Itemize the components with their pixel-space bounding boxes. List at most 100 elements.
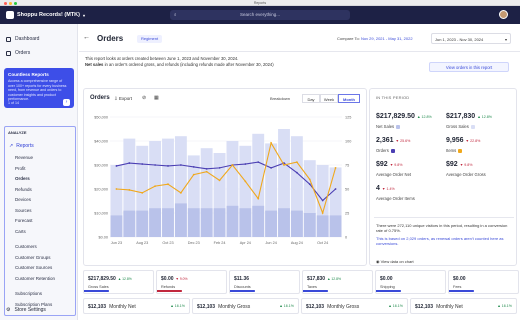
metric-value: $0.00 bbox=[453, 276, 466, 282]
layout-icon[interactable]: ▦ bbox=[154, 95, 159, 101]
bar bbox=[303, 213, 316, 237]
x-tick-label: Dec 23 bbox=[188, 241, 200, 245]
segment-badge[interactable]: Regiment bbox=[137, 35, 163, 43]
sidebar-subitem[interactable]: Devices bbox=[15, 197, 31, 202]
search-placeholder: Search everything... bbox=[239, 12, 281, 17]
metric-card[interactable]: $17,830 ▲ 12.8% Taxes bbox=[302, 270, 373, 294]
sidebar-subitem[interactable]: Refunds bbox=[15, 187, 32, 192]
metric-delta-value: 12.8% bbox=[122, 277, 132, 281]
global-search-input[interactable]: ⌕ Search everything... bbox=[170, 10, 350, 20]
promo-card: Countless Reports Access a comprehensive… bbox=[4, 68, 74, 108]
page-header: ← Orders Regiment Compare To: Nov 29, 20… bbox=[79, 24, 520, 52]
compare-to[interactable]: Compare To: Nov 29, 2021 - May 31, 2022 bbox=[337, 36, 413, 41]
stat-delta: ▲ 12.8% bbox=[477, 115, 492, 119]
metric-card[interactable]: $11.36 Discounts bbox=[229, 270, 300, 294]
legend-swatch[interactable] bbox=[390, 148, 395, 153]
sidebar-subitem[interactable]: Customers bbox=[15, 244, 37, 249]
back-arrow-icon[interactable]: ← bbox=[83, 34, 90, 41]
data-point bbox=[270, 142, 273, 144]
bar bbox=[226, 205, 239, 237]
monthly-metric[interactable]: $12,103 Monthly Net ▲ 16.1% bbox=[83, 298, 190, 314]
stat-value: 2,361 bbox=[376, 137, 394, 144]
export-button[interactable]: ⇩ Export bbox=[114, 96, 132, 102]
view-orders-button[interactable]: View orders in this report bbox=[429, 62, 509, 72]
sidebar-item-label: Reports bbox=[16, 143, 34, 149]
sidebar-subitem[interactable]: Orders bbox=[15, 176, 30, 181]
sidebar-subitem[interactable]: Customer Sources bbox=[15, 265, 52, 270]
bar bbox=[200, 208, 213, 237]
y-tick-label: $0.00 bbox=[98, 236, 108, 240]
data-point bbox=[167, 183, 169, 186]
legend-swatch[interactable] bbox=[470, 124, 475, 129]
analyze-heading: ANALYZE bbox=[8, 130, 27, 135]
legend-swatch[interactable] bbox=[396, 124, 401, 129]
monthly-metric[interactable]: $12,103 Monthly Gross ▲ 16.1% bbox=[192, 298, 299, 314]
chart-title: Orders bbox=[90, 95, 110, 101]
metric-delta-value: 9.0% bbox=[179, 277, 188, 281]
stat-item: $217,830 ▲ 12.8% Gross Sales bbox=[446, 105, 512, 129]
breakdown-button[interactable]: Breakdown bbox=[270, 96, 290, 101]
metric-value: $17,830 ▲ 12.8% bbox=[307, 276, 341, 282]
orders-chart-card: Orders ⇩ Export ⊘ ▦ Breakdown Day Week M… bbox=[83, 88, 367, 266]
sidebar-subitem[interactable]: Subscription Plans bbox=[15, 302, 52, 307]
stat-item: 4 ▼ 1.4% Average Order Items bbox=[376, 177, 442, 201]
metric-label: Discounts bbox=[234, 285, 251, 289]
stat-label-text: Average Order Gross bbox=[446, 172, 486, 177]
period-day[interactable]: Day bbox=[302, 94, 320, 103]
metric-value-text: $17,830 bbox=[307, 276, 326, 282]
metric-card[interactable]: $0.00 ▼ 9.0% Refunds bbox=[156, 270, 227, 294]
user-avatar[interactable] bbox=[499, 10, 508, 19]
view-data-label: View data on chart bbox=[380, 259, 414, 264]
sidebar-subitem[interactable]: Revenue bbox=[15, 155, 33, 160]
monthly-metric[interactable]: $12,103 Monthly Gross ▲ 16.1% bbox=[301, 298, 408, 314]
store-switcher[interactable]: Shoppu Records! (MTK) ▾ bbox=[6, 10, 85, 20]
sidebar-subitem[interactable]: Customer Retention bbox=[15, 276, 55, 281]
sidebar-item-reports[interactable]: ↗ Reports bbox=[9, 143, 34, 149]
bar bbox=[174, 203, 187, 237]
metric-accent-bar bbox=[449, 290, 474, 292]
view-data-link[interactable]: ◉ View data on chart bbox=[376, 259, 414, 264]
data-point bbox=[218, 179, 221, 182]
period-month[interactable]: Month bbox=[338, 94, 360, 103]
sidebar-item-store-settings[interactable]: ⚙ Store Settings bbox=[6, 307, 46, 313]
data-point bbox=[257, 197, 260, 200]
data-point bbox=[128, 189, 131, 191]
data-point bbox=[231, 164, 234, 166]
data-point bbox=[141, 163, 144, 165]
monthly-label: Monthly Gross bbox=[327, 304, 360, 310]
sidebar-item-dashboard[interactable]: Dashboard bbox=[6, 36, 39, 42]
date-range-picker[interactable]: Jun 1, 2023 - Nov 30, 2024 ▾ bbox=[431, 33, 511, 44]
metric-accent-bar bbox=[376, 290, 401, 292]
stat-delta: ▼ 22.8% bbox=[466, 139, 481, 143]
sidebar-item-orders[interactable]: Orders bbox=[6, 50, 30, 56]
promo-pager: 1 of 14 bbox=[8, 101, 19, 105]
metric-card[interactable]: $0.00 Shipping bbox=[375, 270, 446, 294]
filter-icon[interactable]: ⊘ bbox=[142, 95, 146, 101]
period-week[interactable]: Week bbox=[320, 94, 338, 103]
metric-delta: ▼ 9.0% bbox=[175, 277, 188, 281]
sidebar-subitem[interactable]: Customer Groups bbox=[15, 255, 51, 260]
promo-next-button[interactable]: › bbox=[63, 99, 70, 106]
sidebar-subitem[interactable]: Subscriptions bbox=[15, 291, 42, 296]
stat-value: $217,830 bbox=[446, 113, 476, 120]
monthly-label: Monthly Net bbox=[109, 304, 136, 310]
sidebar-subitem[interactable]: Sources bbox=[15, 208, 32, 213]
y-tick-label: $20,000 bbox=[94, 188, 108, 192]
sidebar-subitem[interactable]: Carts bbox=[15, 229, 26, 234]
metric-card[interactable]: $0.00 Fees bbox=[448, 270, 519, 294]
sidebar-subitem[interactable]: Forecast bbox=[15, 218, 33, 223]
period-stats-panel: IN THIS PERIOD $217,829.50 ▲ 12.8% Net Sal… bbox=[369, 88, 517, 266]
metric-card[interactable]: $217,829.50 ▲ 12.8% Gross Sales bbox=[83, 270, 154, 294]
data-point bbox=[167, 165, 169, 167]
legend-swatch[interactable] bbox=[458, 148, 463, 153]
bar bbox=[123, 210, 136, 237]
sidebar-subitem[interactable]: Profit bbox=[15, 166, 26, 171]
x-tick-label: Apr 24 bbox=[240, 241, 251, 245]
data-point bbox=[141, 191, 144, 194]
y2-tick-label: 25 bbox=[345, 212, 349, 216]
metric-value-text: $11.36 bbox=[234, 276, 250, 282]
monthly-metric[interactable]: $12,103 Monthly Net ▲ 16.1% bbox=[410, 298, 517, 314]
monthly-label: Monthly Gross bbox=[218, 304, 251, 310]
stat-label: Average Order Items bbox=[376, 196, 442, 201]
bar bbox=[316, 215, 329, 237]
